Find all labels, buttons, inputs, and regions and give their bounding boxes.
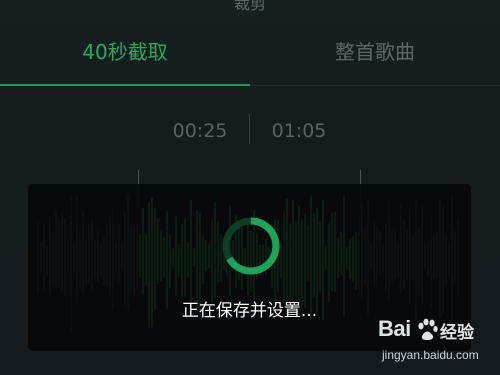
tab-active-indicator xyxy=(0,84,250,86)
end-time: 01:05 xyxy=(271,120,327,142)
tab-40s-clip[interactable]: 40秒截取 xyxy=(0,36,250,65)
time-range: 00:25 01:05 xyxy=(0,114,500,146)
tab-bar: 40秒截取 整首歌曲 xyxy=(0,22,500,86)
loading-spinner-icon xyxy=(222,217,280,275)
tab-full-song[interactable]: 整首歌曲 xyxy=(250,36,500,65)
time-separator xyxy=(249,114,250,144)
watermark-url: jingyan.baidu.com xyxy=(382,348,479,362)
baidu-jingyan-watermark: Bai 经验 jingyan.baidu.com xyxy=(378,316,498,372)
start-time: 00:25 xyxy=(172,120,228,142)
baidu-paw-icon xyxy=(418,318,438,340)
page-title: 裁剪 xyxy=(233,0,266,13)
jingyan-brand: 经验 xyxy=(440,323,474,343)
